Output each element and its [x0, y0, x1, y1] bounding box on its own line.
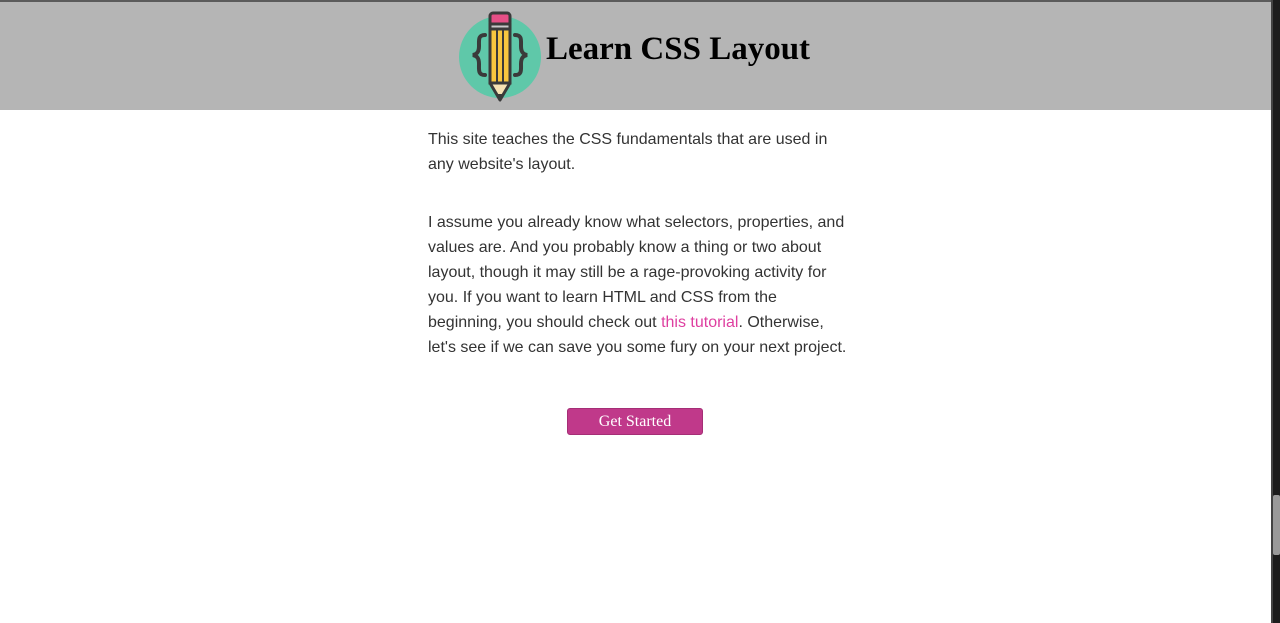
tutorial-link[interactable]: this tutorial — [661, 314, 738, 331]
vertical-scrollbar[interactable] — [1271, 0, 1280, 623]
intro-paragraph: This site teaches the CSS fundamentals t… — [428, 131, 828, 173]
page: Learn CSS Layout This site teaches the C… — [0, 0, 1271, 623]
main-content: This site teaches the CSS fundamentals t… — [428, 127, 852, 360]
site-title[interactable]: Learn CSS Layout — [546, 29, 810, 69]
get-started-button[interactable]: Get Started — [567, 408, 703, 435]
scrollbar-thumb[interactable] — [1273, 495, 1280, 555]
pencil-braces-logo-icon[interactable] — [458, 10, 544, 102]
site-header: Learn CSS Layout — [0, 2, 1271, 110]
assumptions-paragraph: I assume you already know what selectors… — [428, 210, 852, 360]
